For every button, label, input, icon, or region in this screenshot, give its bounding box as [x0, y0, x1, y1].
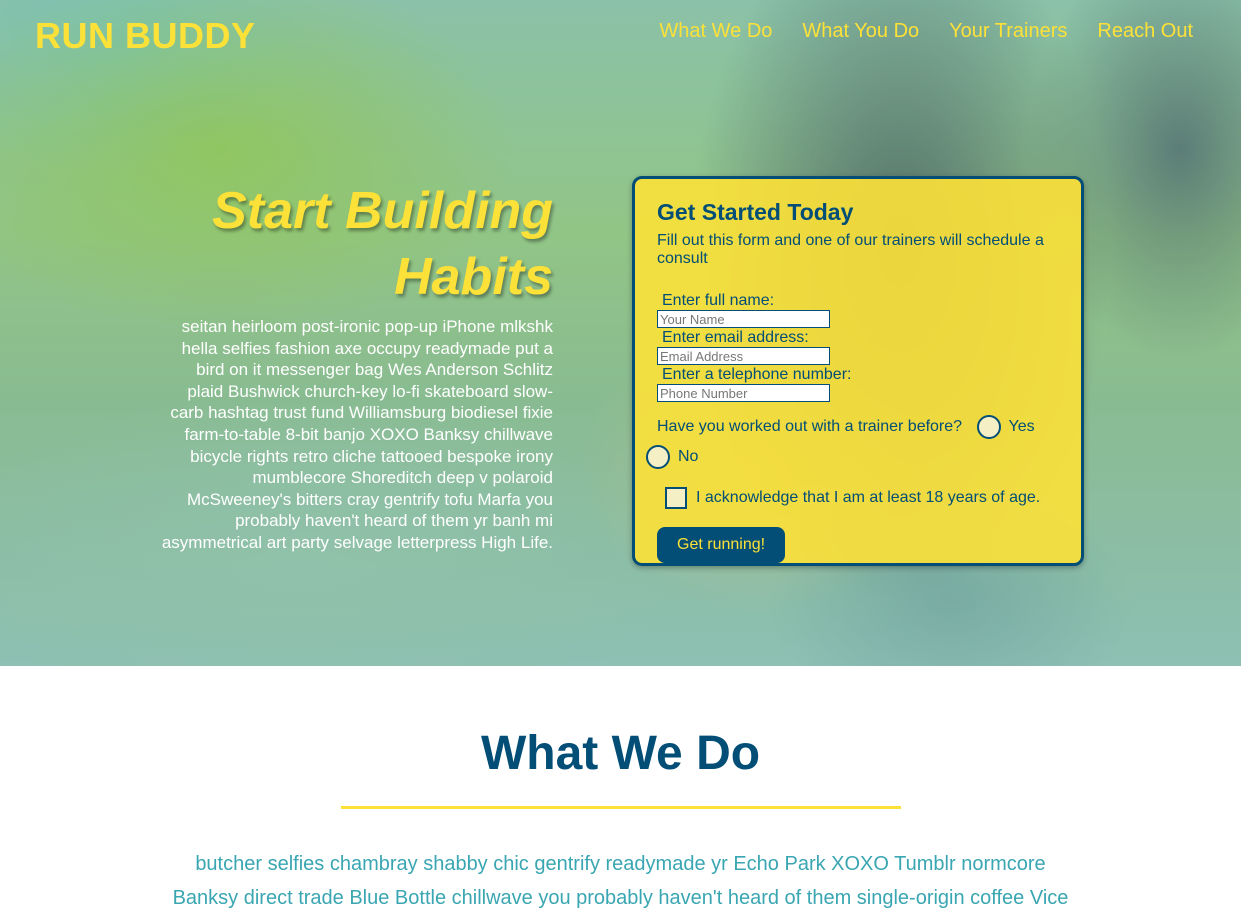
age-ack-row: I acknowledge that I am at least 18 year…: [665, 487, 1059, 509]
email-label: Enter email address:: [662, 329, 809, 346]
trainer-question-row: Have you worked out with a trainer befor…: [646, 415, 1059, 469]
phone-input[interactable]: [657, 384, 830, 402]
age-checkbox[interactable]: [665, 487, 687, 509]
name-group: Enter full name:: [657, 292, 1059, 328]
trainer-question: Have you worked out with a trainer befor…: [657, 418, 963, 436]
name-input[interactable]: [657, 310, 830, 328]
nav-link-your-trainers[interactable]: Your Trainers: [949, 20, 1067, 43]
no-label: No: [678, 448, 699, 466]
no-option: No: [646, 445, 1059, 469]
nav-link-what-we-do[interactable]: What We Do: [659, 20, 772, 43]
form-lead: Fill out this form and one of our traine…: [657, 232, 1044, 267]
name-label: Enter full name:: [662, 292, 775, 309]
hero-title: Start Building Habits: [212, 182, 553, 306]
signup-form: Get Started Today Fill out this form and…: [632, 176, 1084, 566]
what-we-do-section: What We Do butcher selfies chambray shab…: [0, 666, 1241, 915]
email-input[interactable]: [657, 347, 830, 365]
no-radio[interactable]: [646, 445, 670, 469]
get-running-button[interactable]: Get running!: [657, 527, 786, 563]
phone-group: Enter a telephone number:: [657, 366, 1059, 402]
yes-option: Yes: [976, 415, 1035, 439]
age-ack-label: I acknowledge that I am at least 18 year…: [696, 489, 1041, 507]
nav-link-what-you-do[interactable]: What You Do: [802, 20, 919, 43]
hero-body: seitan heirloom post-ironic pop-up iPhon…: [161, 317, 553, 552]
yes-label: Yes: [1008, 418, 1035, 436]
yes-radio[interactable]: [976, 415, 1001, 439]
hero-section: RUN BUDDY What We Do What You Do Your Tr…: [0, 0, 1241, 666]
what-we-do-body: butcher selfies chambray shabby chic gen…: [172, 853, 1069, 909]
what-we-do-title: What We Do: [480, 727, 761, 780]
brand-logo[interactable]: RUN BUDDY: [35, 15, 256, 57]
email-group: Enter email address:: [657, 329, 1059, 365]
nav-link-reach-out[interactable]: Reach Out: [1097, 20, 1193, 43]
section-divider: [340, 806, 901, 809]
main-nav: What We Do What You Do Your Trainers Rea…: [659, 20, 1193, 43]
hero-intro: Start Building Habits seitan heirloom po…: [160, 178, 553, 554]
form-title: Get Started Today: [657, 199, 854, 225]
phone-label: Enter a telephone number:: [662, 366, 852, 383]
